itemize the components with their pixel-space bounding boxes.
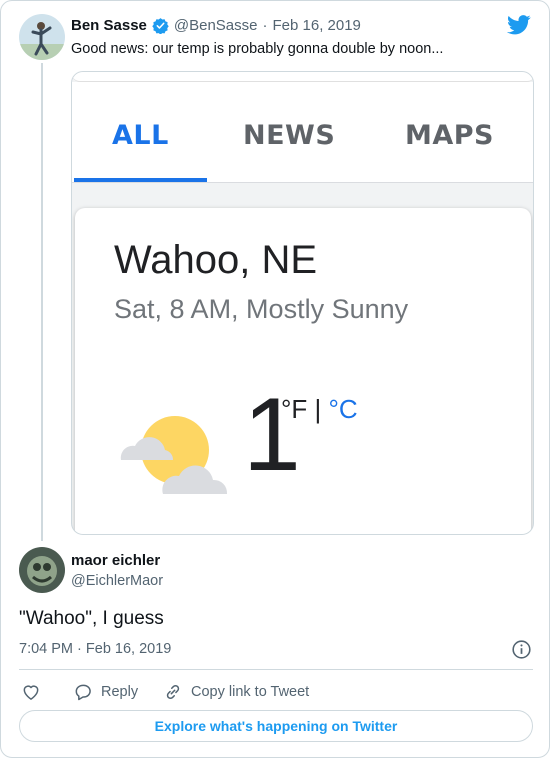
quoted-tweet-text: Good news: our temp is probably gonna do… [71,41,444,57]
copy-link-button[interactable]: Copy link to Tweet [163,682,309,702]
verified-badge-icon [152,18,169,34]
info-icon[interactable] [511,639,532,660]
heart-icon [23,685,39,700]
bensasse-avatar[interactable] [19,14,65,60]
tweet-date: Feb 16, 2019 [85,641,172,657]
timestamp-separator: · [77,641,82,657]
partly-sunny-icon [120,416,228,494]
tweet-timestamp[interactable]: 7:04 PM · Feb 16, 2019 [19,641,171,657]
tab-all: ALL [112,120,169,151]
tweet-time: 7:04 PM [19,641,73,657]
quoted-date[interactable]: Feb 16, 2019 [273,17,361,34]
quoted-author-handle[interactable]: @BenSasse [174,17,258,34]
like-button[interactable] [21,682,41,702]
temperature-units: °F | °C [281,394,358,425]
explore-twitter-button[interactable]: Explore what's happening on Twitter [19,710,533,742]
unit-celsius: °C [328,394,358,424]
tabs-divider [72,182,533,183]
actions-divider [19,669,533,670]
quoted-tweet-header: Ben Sasse @BenSasse · Feb 16, 2019 [71,17,361,34]
quoted-separator: · [262,17,268,34]
weather-conditions: Sat, 8 AM, Mostly Sunny [114,294,409,324]
weather-card: Wahoo, NE Sat, 8 AM, Mostly Sunny 1 °F |… [75,208,531,534]
unit-fahrenheit: °F [281,394,308,424]
screenshot-top-bar [72,72,533,82]
quoted-author-name[interactable]: Ben Sasse [71,17,147,34]
embedded-screenshot[interactable]: ALL NEWS MAPS Wahoo, NE Sat, 8 AM, Mostl… [71,71,534,535]
thread-line [41,63,43,541]
reply-label: Reply [101,684,139,700]
weather-location: Wahoo, NE [114,238,318,282]
link-icon [166,684,180,700]
tab-news: NEWS [243,120,336,151]
reply-button[interactable]: Reply [73,682,138,702]
unit-separator: | [314,394,322,424]
twitter-logo-icon[interactable] [507,15,531,35]
reply-icon [75,684,91,701]
maoreichler-avatar[interactable] [19,547,65,593]
tweet-author-name[interactable]: maor eichler [71,552,160,569]
tweet-author-handle[interactable]: @EichlerMaor [71,573,163,589]
tab-maps: MAPS [405,120,494,151]
tweet-card: Ben Sasse @BenSasse · Feb 16, 2019 Good … [0,0,550,758]
copy-link-label: Copy link to Tweet [191,684,310,700]
tweet-text: "Wahoo", I guess [19,608,164,629]
